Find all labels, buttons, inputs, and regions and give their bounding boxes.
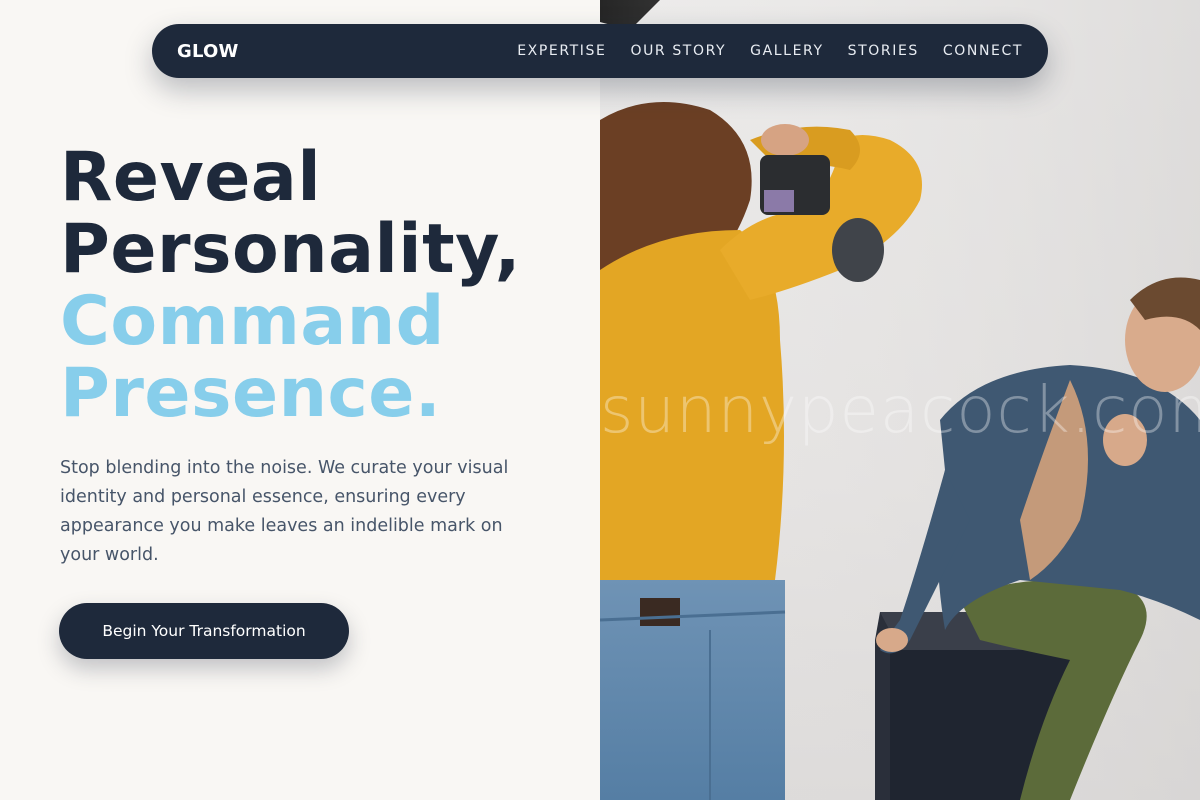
hero-title-line-3: Command	[60, 282, 445, 361]
top-navigation: GLOW EXPERTISE OUR STORY GALLERY STORIES…	[152, 24, 1048, 78]
nav-link-gallery[interactable]: GALLERY	[750, 43, 823, 59]
hero-title-line-2: Personality,	[60, 210, 521, 289]
hero-photo: sunnypeacock.com	[600, 0, 1200, 800]
hero-title-line-4: Presence.	[60, 354, 442, 433]
nav-link-connect[interactable]: CONNECT	[943, 43, 1023, 59]
hero-description: Stop blending into the noise. We curate …	[60, 458, 509, 565]
logo[interactable]: GLOW	[177, 41, 239, 62]
hero-title: Reveal Personality, Command Presence.	[60, 142, 600, 430]
begin-transformation-button[interactable]: Begin Your Transformation	[59, 603, 349, 659]
hero-title-line-1: Reveal	[60, 138, 322, 217]
watermark-text: sunnypeacock.com	[600, 374, 1200, 448]
nav-link-stories[interactable]: STORIES	[848, 43, 919, 59]
nav-link-expertise[interactable]: EXPERTISE	[517, 43, 606, 59]
nav-link-our-story[interactable]: OUR STORY	[630, 43, 726, 59]
nav-links: EXPERTISE OUR STORY GALLERY STORIES CONN…	[517, 43, 1023, 59]
